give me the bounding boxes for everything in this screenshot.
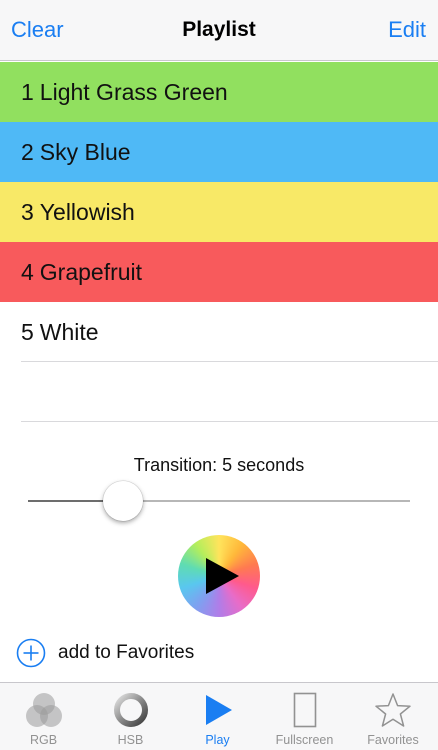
playlist-item-number: 3 xyxy=(21,199,34,225)
tab-label: Fullscreen xyxy=(275,733,334,747)
playlist-item-number: 1 xyxy=(21,79,34,105)
tab-favorites[interactable]: Favorites xyxy=(348,683,438,750)
add-to-favorites-label: add to Favorites xyxy=(58,642,195,663)
playlist-item-number: 4 xyxy=(21,259,34,285)
clear-button[interactable]: Clear xyxy=(11,16,64,44)
transition-label: Transition: 5 seconds xyxy=(133,455,305,475)
playlist-item-4[interactable]: 4 Grapefruit xyxy=(0,242,438,302)
plus-circle-icon xyxy=(16,638,46,668)
tab-label: Favorites xyxy=(367,733,419,747)
playlist-item-name: Yellowish xyxy=(39,199,135,225)
page-title: Playlist xyxy=(182,18,256,41)
play-icon xyxy=(206,558,239,594)
navigation-bar: Clear Playlist Edit xyxy=(0,0,438,61)
tab-play[interactable]: Play xyxy=(174,683,261,750)
tab-label: HSB xyxy=(117,733,144,747)
tab-fullscreen[interactable]: Fullscreen xyxy=(261,683,348,750)
playlist: 1 Light Grass Green 2 Sky Blue 3 Yellowish … xyxy=(0,62,438,422)
play-icon xyxy=(205,695,232,725)
playlist-item-number: 5 xyxy=(21,319,34,345)
transition-slider[interactable] xyxy=(28,480,410,522)
tab-label: RGB xyxy=(29,733,58,747)
playlist-item-name: Sky Blue xyxy=(39,139,131,165)
playlist-item-3[interactable]: 3 Yellowish xyxy=(0,182,438,242)
rgb-circles-icon xyxy=(25,693,62,727)
play-button[interactable] xyxy=(178,535,260,617)
tab-bar: RGB HSB Play Fullscreen Favorites xyxy=(0,682,438,750)
tab-rgb[interactable]: RGB xyxy=(0,683,87,750)
fullscreen-icon xyxy=(293,692,316,728)
playlist-item-number: 2 xyxy=(21,139,34,165)
playlist-item-name: Grapefruit xyxy=(39,259,143,285)
slider-thumb[interactable] xyxy=(103,481,143,521)
star-icon xyxy=(375,693,411,727)
tab-label: Play xyxy=(205,733,230,747)
playlist-item-2[interactable]: 2 Sky Blue xyxy=(0,122,438,182)
tab-hsb[interactable]: HSB xyxy=(87,683,174,750)
playlist-item-1[interactable]: 1 Light Grass Green xyxy=(0,62,438,122)
playlist-empty-row xyxy=(0,362,438,422)
playlist-item-name: White xyxy=(39,319,99,345)
app-screen: Clear Playlist Edit 1 Light Grass Green 2… xyxy=(0,0,438,750)
edit-button[interactable]: Edit xyxy=(388,16,426,44)
playlist-item-5[interactable]: 5 White xyxy=(0,302,438,362)
playlist-item-name: Light Grass Green xyxy=(39,79,228,105)
hsb-ring-icon xyxy=(113,693,148,727)
